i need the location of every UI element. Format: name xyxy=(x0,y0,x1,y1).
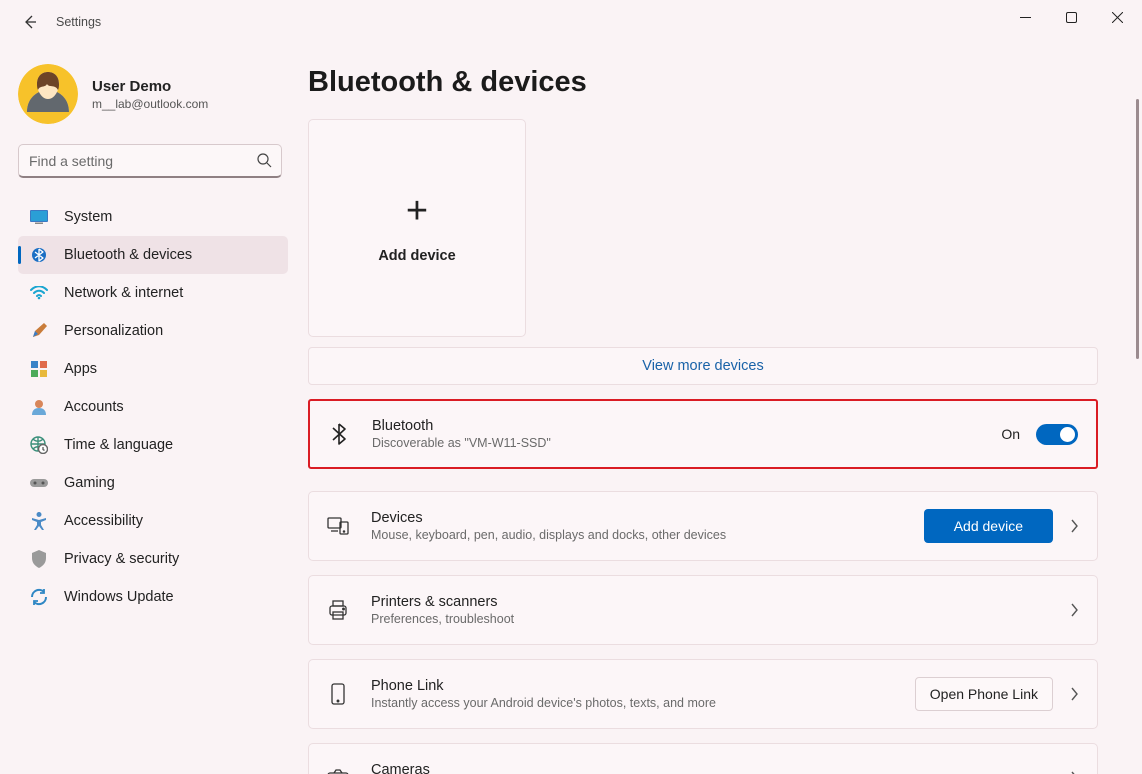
sidebar-item-accounts[interactable]: Accounts xyxy=(18,388,288,426)
sidebar-item-privacy[interactable]: Privacy & security xyxy=(18,540,288,578)
sidebar-item-apps[interactable]: Apps xyxy=(18,350,288,388)
devices-icon xyxy=(327,515,349,537)
open-phone-link-button[interactable]: Open Phone Link xyxy=(915,677,1053,711)
shield-icon xyxy=(30,550,48,568)
view-more-devices[interactable]: View more devices xyxy=(308,347,1098,385)
sidebar-item-label: Network & internet xyxy=(64,285,183,301)
toggle-state-label: On xyxy=(1001,426,1020,442)
chevron-right-icon xyxy=(1069,603,1079,617)
row-sub: Mouse, keyboard, pen, audio, displays an… xyxy=(371,528,924,542)
add-device-button[interactable]: Add device xyxy=(924,509,1053,543)
sidebar-item-gaming[interactable]: Gaming xyxy=(18,464,288,502)
brush-icon xyxy=(30,322,48,340)
avatar xyxy=(18,64,78,124)
devices-row[interactable]: Devices Mouse, keyboard, pen, audio, dis… xyxy=(308,491,1098,561)
monitor-icon xyxy=(30,208,48,226)
sidebar-item-accessibility[interactable]: Accessibility xyxy=(18,502,288,540)
printers-row[interactable]: Printers & scanners Preferences, trouble… xyxy=(308,575,1098,645)
sidebar-item-update[interactable]: Windows Update xyxy=(18,578,288,616)
gamepad-icon xyxy=(30,474,48,492)
sidebar-item-label: Accounts xyxy=(64,399,124,415)
sidebar-item-personalization[interactable]: Personalization xyxy=(18,312,288,350)
row-title: Phone Link xyxy=(371,678,915,694)
sidebar-item-network[interactable]: Network & internet xyxy=(18,274,288,312)
minimize-icon xyxy=(1020,12,1031,23)
app-title: Settings xyxy=(56,15,101,29)
search-wrap xyxy=(18,144,282,178)
window-controls xyxy=(1002,0,1140,34)
sidebar-item-bluetooth[interactable]: Bluetooth & devices xyxy=(18,236,288,274)
user-name: User Demo xyxy=(92,78,208,95)
row-title: Bluetooth xyxy=(372,418,1001,434)
sidebar-item-label: Accessibility xyxy=(64,513,143,529)
phone-icon xyxy=(327,683,349,705)
row-sub: Discoverable as "VM-W11-SSD" xyxy=(372,436,1001,450)
row-title: Devices xyxy=(371,510,924,526)
row-sub: Preferences, troubleshoot xyxy=(371,612,1069,626)
arrow-left-icon xyxy=(22,14,38,30)
title-bar: Settings xyxy=(0,0,1142,44)
maximize-button[interactable] xyxy=(1048,0,1094,34)
page-title: Bluetooth & devices xyxy=(308,66,1136,99)
bluetooth-icon xyxy=(30,246,48,264)
view-more-label: View more devices xyxy=(642,358,763,374)
sidebar-item-label: Windows Update xyxy=(64,589,174,605)
phone-link-row[interactable]: Phone Link Instantly access your Android… xyxy=(308,659,1098,729)
chevron-right-icon xyxy=(1069,687,1079,701)
wifi-icon xyxy=(30,284,48,302)
search-icon xyxy=(256,152,272,168)
add-device-label: Add device xyxy=(378,248,455,264)
bluetooth-toggle[interactable] xyxy=(1036,424,1078,445)
person-icon xyxy=(30,398,48,416)
bluetooth-row[interactable]: Bluetooth Discoverable as "VM-W11-SSD" O… xyxy=(308,399,1098,469)
sidebar-item-system[interactable]: System xyxy=(18,198,288,236)
sidebar-item-label: Apps xyxy=(64,361,97,377)
back-button[interactable] xyxy=(14,6,46,38)
accessibility-icon xyxy=(30,512,48,530)
camera-icon xyxy=(327,767,349,774)
chevron-right-icon xyxy=(1069,519,1079,533)
scrollbar[interactable] xyxy=(1136,99,1139,359)
close-button[interactable] xyxy=(1094,0,1140,34)
close-icon xyxy=(1112,12,1123,23)
row-title: Cameras xyxy=(371,762,1069,774)
sidebar-item-label: Time & language xyxy=(64,437,173,453)
apps-icon xyxy=(30,360,48,378)
cameras-row[interactable]: Cameras Connected cameras, default image… xyxy=(308,743,1098,774)
plus-icon: + xyxy=(406,192,428,230)
row-sub: Instantly access your Android device's p… xyxy=(371,696,915,710)
content: Bluetooth & devices + Add device View mo… xyxy=(300,44,1142,774)
sidebar-item-label: Bluetooth & devices xyxy=(64,247,192,263)
add-device-tile[interactable]: + Add device xyxy=(308,119,526,337)
sidebar-item-label: Personalization xyxy=(64,323,163,339)
user-email: m__lab@outlook.com xyxy=(92,97,208,111)
sidebar-item-label: System xyxy=(64,209,112,225)
printer-icon xyxy=(327,599,349,621)
search-input[interactable] xyxy=(18,144,282,178)
sidebar-item-label: Gaming xyxy=(64,475,115,491)
maximize-icon xyxy=(1066,12,1077,23)
user-block[interactable]: User Demo m__lab@outlook.com xyxy=(18,64,288,124)
minimize-button[interactable] xyxy=(1002,0,1048,34)
sidebar-item-time[interactable]: Time & language xyxy=(18,426,288,464)
nav-list: System Bluetooth & devices Network & int… xyxy=(18,198,288,616)
sidebar-item-label: Privacy & security xyxy=(64,551,179,567)
row-title: Printers & scanners xyxy=(371,594,1069,610)
sidebar: User Demo m__lab@outlook.com System Blue… xyxy=(0,44,300,774)
bluetooth-icon xyxy=(328,423,350,445)
globe-clock-icon xyxy=(30,436,48,454)
update-icon xyxy=(30,588,48,606)
